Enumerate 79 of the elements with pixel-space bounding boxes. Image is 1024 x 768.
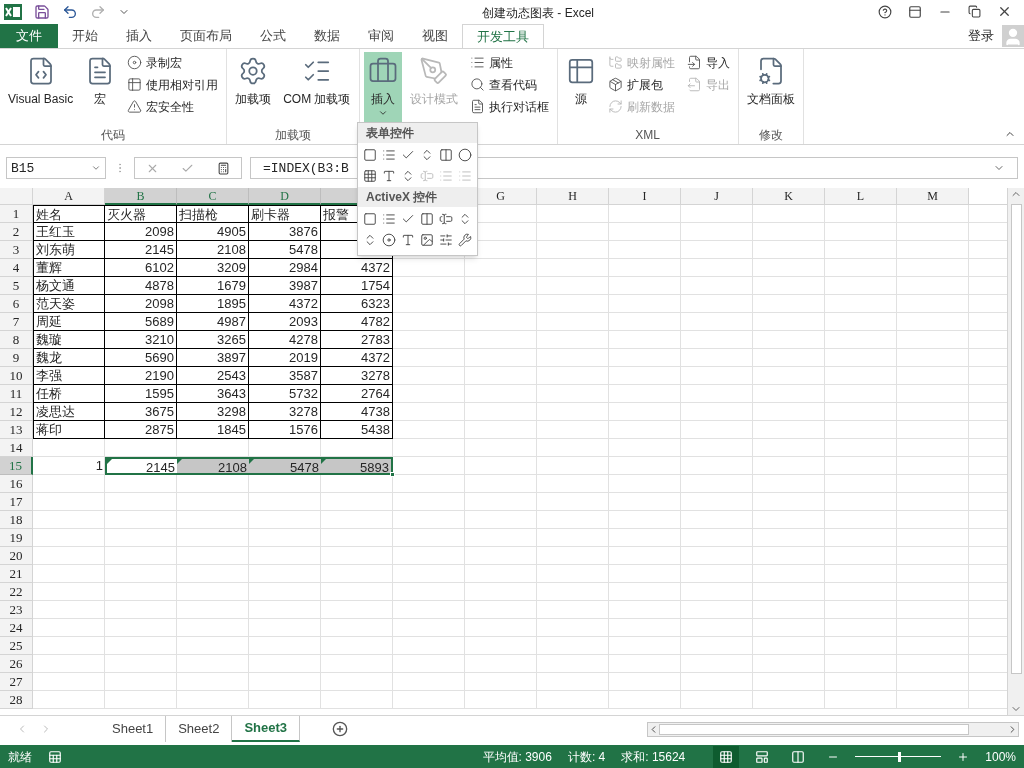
table-cell: 2098 bbox=[105, 294, 177, 313]
table-cell: 3876 bbox=[249, 222, 321, 241]
status-stat: 平均值: 3906 bbox=[482, 748, 552, 766]
table-cell: 3298 bbox=[177, 402, 249, 421]
table-cell: 5689 bbox=[105, 312, 177, 331]
table-cell: 1845 bbox=[177, 420, 249, 439]
table-cell: 6323 bbox=[321, 294, 393, 313]
table-cell: 2108 bbox=[177, 240, 249, 259]
table-cell: 2093 bbox=[249, 312, 321, 331]
status-stat: 计数: 4 bbox=[567, 748, 606, 766]
table-cell: 3675 bbox=[105, 402, 177, 421]
table-cell: 姓名 bbox=[33, 204, 105, 223]
table-cell: 3987 bbox=[249, 276, 321, 295]
table-cell: 3278 bbox=[249, 402, 321, 421]
cell-text: 1 bbox=[95, 457, 103, 473]
status-text: 就绪 bbox=[8, 748, 32, 766]
table-cell: 3209 bbox=[177, 258, 249, 277]
table-cell: 杨文通 bbox=[33, 276, 105, 295]
table-cell: 6102 bbox=[105, 258, 177, 277]
table-cell: 5690 bbox=[105, 348, 177, 367]
table-cell: 2984 bbox=[249, 258, 321, 277]
table-cell: 周延 bbox=[33, 312, 105, 331]
table-cell: 1754 bbox=[321, 276, 393, 295]
group-label: 加载项 bbox=[273, 126, 312, 144]
table-cell: 4278 bbox=[249, 330, 321, 349]
table-cell: 蒋印 bbox=[33, 420, 105, 439]
table-cell: 1895 bbox=[177, 294, 249, 313]
table-cell: 2019 bbox=[249, 348, 321, 367]
table-cell: 2145 bbox=[105, 240, 177, 259]
table-cell: 凌思达 bbox=[33, 402, 105, 421]
table-cell: 2783 bbox=[321, 330, 393, 349]
table-cell: 2875 bbox=[105, 420, 177, 439]
table-cell: 灭火器 bbox=[105, 204, 177, 223]
table-cell: 4905 bbox=[177, 222, 249, 241]
table-cell: 4372 bbox=[249, 294, 321, 313]
table-cell: 2098 bbox=[105, 222, 177, 241]
table-cell: 1576 bbox=[249, 420, 321, 439]
table-cell: 1679 bbox=[177, 276, 249, 295]
table-cell: 4878 bbox=[105, 276, 177, 295]
table-cell: 4738 bbox=[321, 402, 393, 421]
table-cell: 3587 bbox=[249, 366, 321, 385]
table-cell: 刷卡器 bbox=[249, 204, 321, 223]
window-title: 创建动态图表 - Excel bbox=[482, 5, 594, 22]
table-cell: 4987 bbox=[177, 312, 249, 331]
table-cell: 范天姿 bbox=[33, 294, 105, 313]
table-cell: 王红玉 bbox=[33, 222, 105, 241]
menu-section-title: ActiveX 控件 bbox=[358, 187, 477, 207]
table-cell: 3897 bbox=[177, 348, 249, 367]
table-cell: 董辉 bbox=[33, 258, 105, 277]
table-cell: 任桥 bbox=[33, 384, 105, 403]
table-cell: 4372 bbox=[321, 258, 393, 277]
table-cell: 3210 bbox=[105, 330, 177, 349]
table-cell: 2764 bbox=[321, 384, 393, 403]
table-cell: 2190 bbox=[105, 366, 177, 385]
menu-section-title: 表单控件 bbox=[358, 123, 477, 143]
table-cell: 5438 bbox=[321, 420, 393, 439]
table-cell: 5732 bbox=[249, 384, 321, 403]
table-cell: 2543 bbox=[177, 366, 249, 385]
table-cell: 1595 bbox=[105, 384, 177, 403]
table-cell: 魏龙 bbox=[33, 348, 105, 367]
table-cell: 4372 bbox=[321, 348, 393, 367]
table-cell: 刘东萌 bbox=[33, 240, 105, 259]
selected-cell: 2145 bbox=[105, 456, 177, 475]
group-label: 代码 bbox=[100, 126, 127, 144]
table-cell: 魏璇 bbox=[33, 330, 105, 349]
table-cell: 5478 bbox=[249, 240, 321, 259]
selected-cell: 2108 bbox=[177, 456, 249, 475]
table-cell: 4782 bbox=[321, 312, 393, 331]
group-label: 修改 bbox=[757, 126, 784, 144]
table-cell: 扫描枪 bbox=[177, 204, 249, 223]
selected-cell: 5478 bbox=[249, 456, 321, 475]
group-label: XML bbox=[634, 126, 661, 144]
zoom-level: 100% bbox=[985, 748, 1016, 766]
status-stat: 求和: 15624 bbox=[621, 748, 686, 766]
table-cell: 3643 bbox=[177, 384, 249, 403]
table-cell: 3265 bbox=[177, 330, 249, 349]
selected-cell: 5893 bbox=[321, 456, 393, 475]
table-cell: 李强 bbox=[33, 366, 105, 385]
table-cell: 3278 bbox=[321, 366, 393, 385]
